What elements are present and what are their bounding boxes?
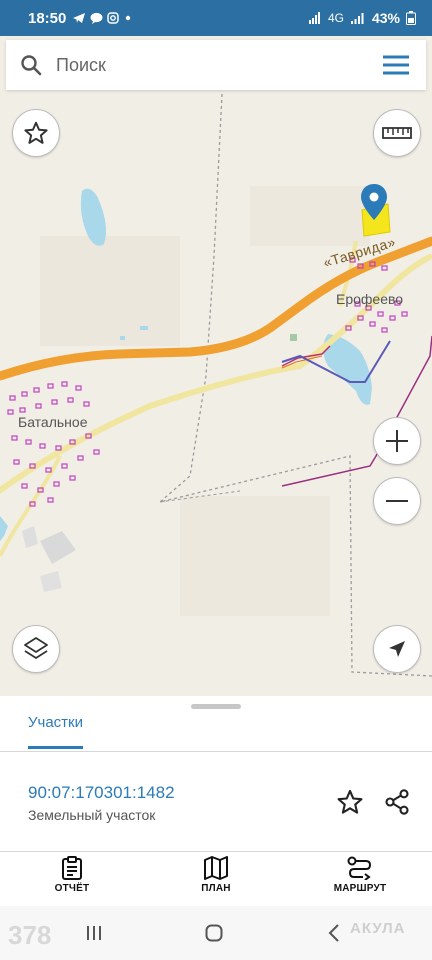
my-location-button[interactable] [373, 625, 421, 673]
nav-route-label: МАРШРУТ [333, 883, 387, 894]
field-block [40, 531, 76, 564]
sheet-drag-handle[interactable] [191, 704, 241, 709]
share-button[interactable] [381, 786, 413, 818]
terrain-patch [40, 236, 180, 346]
plus-icon [386, 430, 408, 452]
nav-route[interactable]: МАРШРУТ [310, 856, 410, 894]
back-icon [328, 924, 339, 942]
pond [140, 326, 148, 330]
navigation-arrow-icon [389, 641, 405, 657]
tab-parcels[interactable]: Участки [28, 714, 83, 731]
battery-percent: 43% [371, 10, 400, 26]
map-plan-icon [204, 856, 228, 880]
battery-icon [406, 11, 416, 25]
terrain-patch [180, 496, 330, 616]
bottom-nav: ОТЧЁТ ПЛАН МАРШРУТ [0, 852, 432, 906]
star-icon [24, 121, 48, 144]
network-type: 4G [327, 11, 344, 25]
back-button[interactable] [314, 920, 354, 946]
zoom-in-button[interactable] [373, 417, 421, 465]
field-block [22, 526, 38, 548]
watermark-brand: АКУЛА [350, 920, 406, 937]
divider [0, 751, 432, 752]
nav-report-label: ОТЧЁТ [54, 883, 90, 894]
layers-icon [24, 637, 48, 659]
lake [0, 516, 8, 541]
tab-parcels-underline [28, 746, 83, 749]
cadastral-number[interactable]: 90:07:170301:1482 [28, 783, 175, 803]
map-view[interactable]: «Таврида» Ерофеево Батальное [0, 36, 432, 696]
route-icon [347, 856, 372, 880]
village-label-erofeevo: Ерофеево [336, 291, 404, 307]
village-label-batalnoe: Батальное [18, 414, 88, 430]
favorites-map-button[interactable] [12, 109, 60, 157]
home-icon [205, 924, 223, 942]
search-input[interactable] [56, 40, 366, 90]
terrain-patch [250, 186, 370, 246]
minus-icon [386, 500, 408, 502]
notification-icons [72, 12, 133, 24]
nav-report[interactable]: ОТЧЁТ [22, 856, 122, 894]
ruler-button[interactable] [373, 109, 421, 157]
share-icon [385, 789, 409, 815]
status-bar: 18:50 4G 43% [0, 0, 432, 36]
telegram-icon [73, 13, 86, 23]
clipboard-report-icon [62, 856, 82, 880]
map-canvas[interactable] [0, 36, 432, 696]
recent-apps-button[interactable] [74, 920, 114, 946]
village-buildings-batalnoe [7, 381, 100, 507]
star-icon [337, 789, 363, 814]
add-favorite-button[interactable] [334, 786, 366, 818]
search-bar [6, 40, 426, 90]
wifi-signal-icon [308, 12, 320, 24]
status-right: 4G 43% [308, 10, 416, 26]
green-block [290, 334, 297, 341]
zoom-out-button[interactable] [373, 477, 421, 525]
recent-apps-icon [87, 926, 101, 940]
message-icon [90, 12, 103, 24]
instagram-icon [107, 12, 120, 24]
watermark-number: 378 [8, 920, 52, 950]
nav-plan-label: ПЛАН [201, 883, 231, 894]
pond [120, 336, 125, 340]
layers-button[interactable] [12, 625, 60, 673]
hamburger-menu-icon[interactable] [366, 40, 426, 90]
search-icon[interactable] [6, 40, 56, 90]
system-nav-bar: 378 АКУЛА [0, 906, 432, 960]
signal-icon [350, 13, 364, 24]
status-time: 18:50 [28, 9, 67, 27]
field-block [40, 571, 62, 592]
ruler-icon [382, 127, 412, 139]
parcel-type: Земельный участок [28, 807, 156, 823]
home-button[interactable] [194, 920, 234, 946]
nav-plan[interactable]: ПЛАН [166, 856, 266, 894]
dot-icon [126, 15, 131, 21]
